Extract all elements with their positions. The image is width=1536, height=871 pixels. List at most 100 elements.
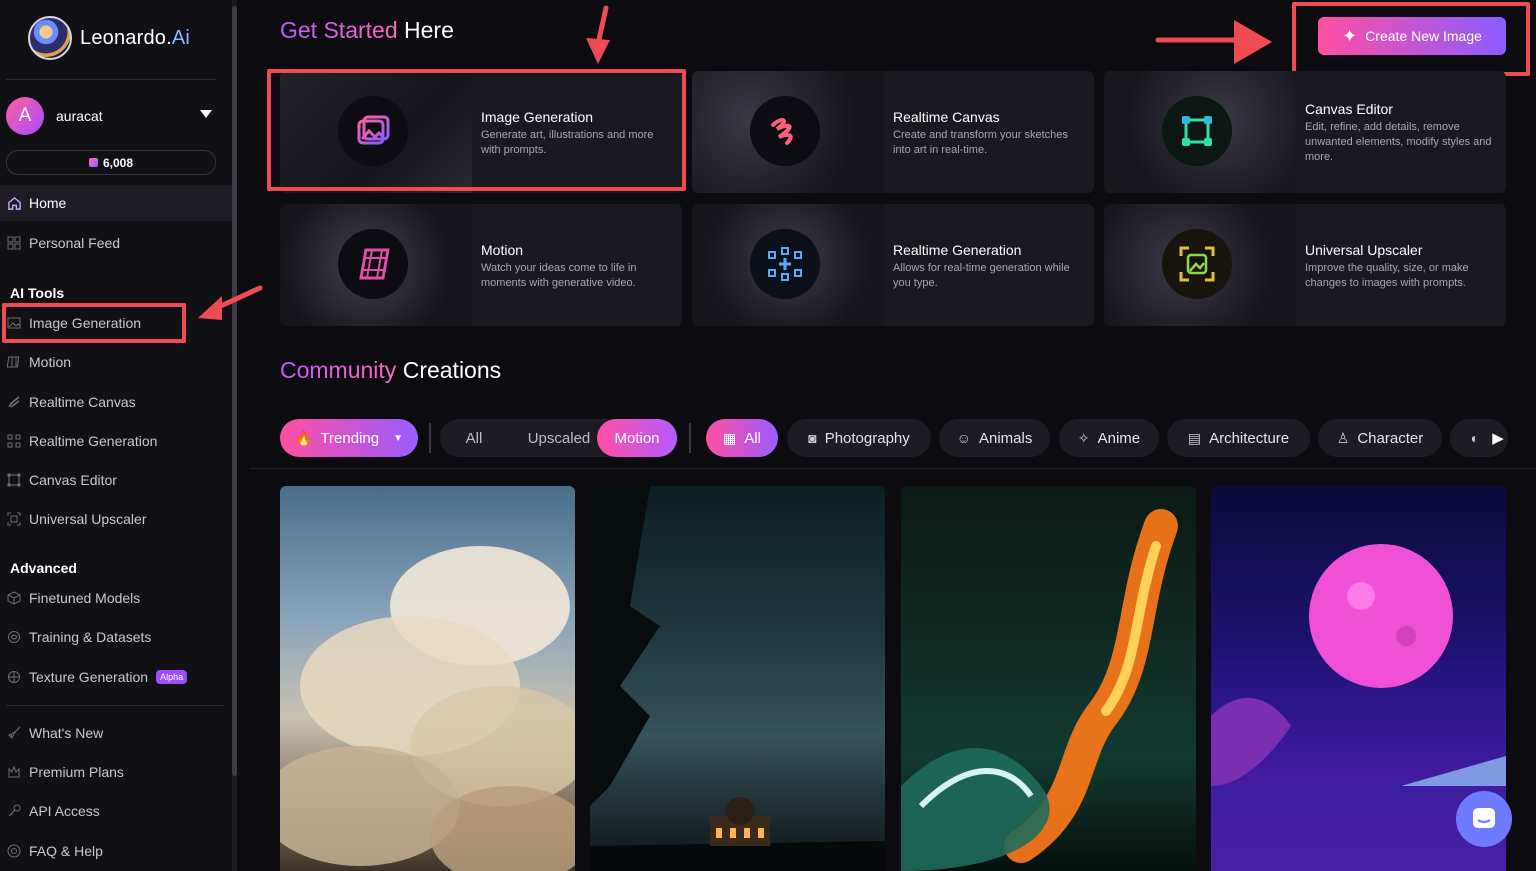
feed-filter-bar: 🔥 Trending ▼ All Upscaled Motion ▦ All ◙… [280,419,1508,457]
type-segmented-control: All Upscaled Motion [440,419,678,457]
type-tab-upscaled[interactable]: Upscaled [514,419,604,457]
canvas-editor-icon [1162,96,1232,166]
tool-name: Realtime Canvas [893,109,1000,125]
brand-name: Leonardo.Ai [80,26,191,49]
category-character[interactable]: ♙ Character [1318,419,1442,457]
annotation-highlight-box [267,69,686,191]
sidebar-item-universal-upscaler[interactable]: Universal Upscaler [0,501,232,537]
scroll-right-icon[interactable]: ▶ [1488,419,1508,457]
divider [250,468,1536,469]
category-architecture[interactable]: ▤ Architecture [1167,419,1310,457]
tool-desc: Create and transform your sketches into … [893,129,1068,156]
community-image-clouds[interactable] [280,486,575,871]
annotation-highlight-box [1292,2,1530,76]
person-icon: ♙ [1336,429,1350,446]
tool-desc: Improve the quality, size, or make chang… [1305,262,1469,289]
dataset-icon [6,629,22,645]
sidebar: Leonardo.Ai A auracat 6,008 Home Persona… [0,0,233,871]
sidebar-item-faq-help[interactable]: FAQ & Help [0,833,232,869]
divider [429,423,431,453]
tool-desc: Allows for real-time generation while yo… [893,262,1070,289]
sparkle-icon: ✧ [1077,429,1090,446]
community-image-night-sky[interactable] [590,486,885,871]
sidebar-item-training-datasets[interactable]: Training & Datasets [0,619,232,655]
crop-square-icon [6,472,22,488]
clouds-illustration [280,546,575,871]
sidebar-item-realtime-canvas[interactable]: Realtime Canvas [0,384,232,420]
trending-label: Trending [320,429,380,447]
sidebar-item-whats-new[interactable]: What's New [0,715,232,751]
tool-name: Realtime Generation [893,242,1022,258]
sidebar-item-premium-plans[interactable]: Premium Plans [0,754,232,790]
leonardo-logo-icon [28,16,72,60]
annotation-arrow-icon [1155,20,1272,64]
sidebar-item-label: Home [29,195,67,211]
category-animals[interactable]: ☺ Animals [939,419,1050,457]
category-all[interactable]: ▦ All [706,419,778,457]
help-icon [6,843,22,859]
cube-icon [6,590,22,606]
home-icon [6,195,22,211]
user-menu[interactable]: A auracat [6,96,218,136]
crown-icon [6,764,22,780]
tool-text: Motion Watch your ideas come to life in … [481,242,673,291]
motion-film-icon [338,229,408,299]
tool-card-universal-upscaler[interactable]: Universal Upscaler Improve the quality, … [1104,204,1506,326]
upscaler-icon [1162,229,1232,299]
section-title-ai-tools: AI Tools [10,285,65,301]
alpha-badge: Alpha [156,670,188,684]
sidebar-item-label: Realtime Generation [29,433,158,449]
tool-card-motion[interactable]: Motion Watch your ideas come to life in … [280,204,682,326]
chat-support-button[interactable] [1456,791,1512,847]
chat-icon [1473,808,1495,828]
category-anime[interactable]: ✧ Anime [1059,419,1159,457]
sidebar-item-label: What's New [29,725,104,741]
tool-text: Canvas Editor Edit, refine, add details,… [1305,101,1497,165]
sidebar-item-label: Personal Feed [29,235,121,251]
token-icon [88,158,98,167]
category-label: Photography [824,429,910,447]
avatar: A [6,97,44,135]
token-count: 6,008 [102,155,134,170]
tool-text: Universal Upscaler Improve the quality, … [1305,242,1497,291]
tool-name: Universal Upscaler [1305,242,1423,258]
category-label: Character [1357,429,1424,447]
sidebar-item-finetuned-models[interactable]: Finetuned Models [0,580,232,616]
rocket-icon [6,725,22,741]
annotation-highlight-box [2,303,186,343]
tool-card-realtime-generation[interactable]: Realtime Generation Allows for real-time… [692,204,1094,326]
type-tab-motion[interactable]: Motion [597,419,677,457]
tool-card-canvas-editor[interactable]: Canvas Editor Edit, refine, add details,… [1104,71,1506,193]
fire-wave-illustration [901,509,1178,871]
texture-icon [6,669,22,685]
community-image-fire-wave[interactable] [901,486,1196,871]
type-tab-all[interactable]: All [456,419,492,457]
sidebar-item-personal-feed[interactable]: Personal Feed [0,225,232,261]
tool-name: Motion [481,242,524,258]
category-label: Animals [978,429,1033,447]
tool-card-realtime-canvas[interactable]: Realtime Canvas Create and transform you… [692,71,1094,193]
sidebar-item-texture-generation[interactable]: Texture Generation Alpha [0,659,232,695]
trending-dropdown[interactable]: 🔥 Trending ▼ [280,419,418,457]
annotation-arrow-icon [586,5,610,64]
brush-icon [6,394,22,410]
caret-down-icon[interactable] [200,110,212,118]
sidebar-item-realtime-generation[interactable]: Realtime Generation [0,423,232,459]
sidebar-item-canvas-editor[interactable]: Canvas Editor [0,462,232,498]
sidebar-item-label: API Access [29,803,100,819]
brand-logo[interactable]: Leonardo.Ai [28,16,190,60]
sidebar-item-motion[interactable]: Motion [0,344,232,380]
category-photography[interactable]: ◙ Photography [787,419,931,457]
grid-icon: ▦ [723,429,737,446]
sidebar-item-label: Motion [29,354,72,370]
flame-icon: 🔥 [295,429,313,446]
camera-icon: ◙ [808,430,817,446]
sidebar-item-api-access[interactable]: API Access [0,793,232,829]
night-landscape-illustration [590,486,885,871]
sidebar-item-home[interactable]: Home [0,185,232,221]
sidebar-scrollbar-thumb[interactable] [232,6,237,776]
tool-text: Realtime Generation Allows for real-time… [893,242,1085,291]
category-label: All [744,429,761,447]
token-balance[interactable]: 6,008 [6,150,216,175]
sidebar-item-label: Realtime Canvas [29,394,136,410]
